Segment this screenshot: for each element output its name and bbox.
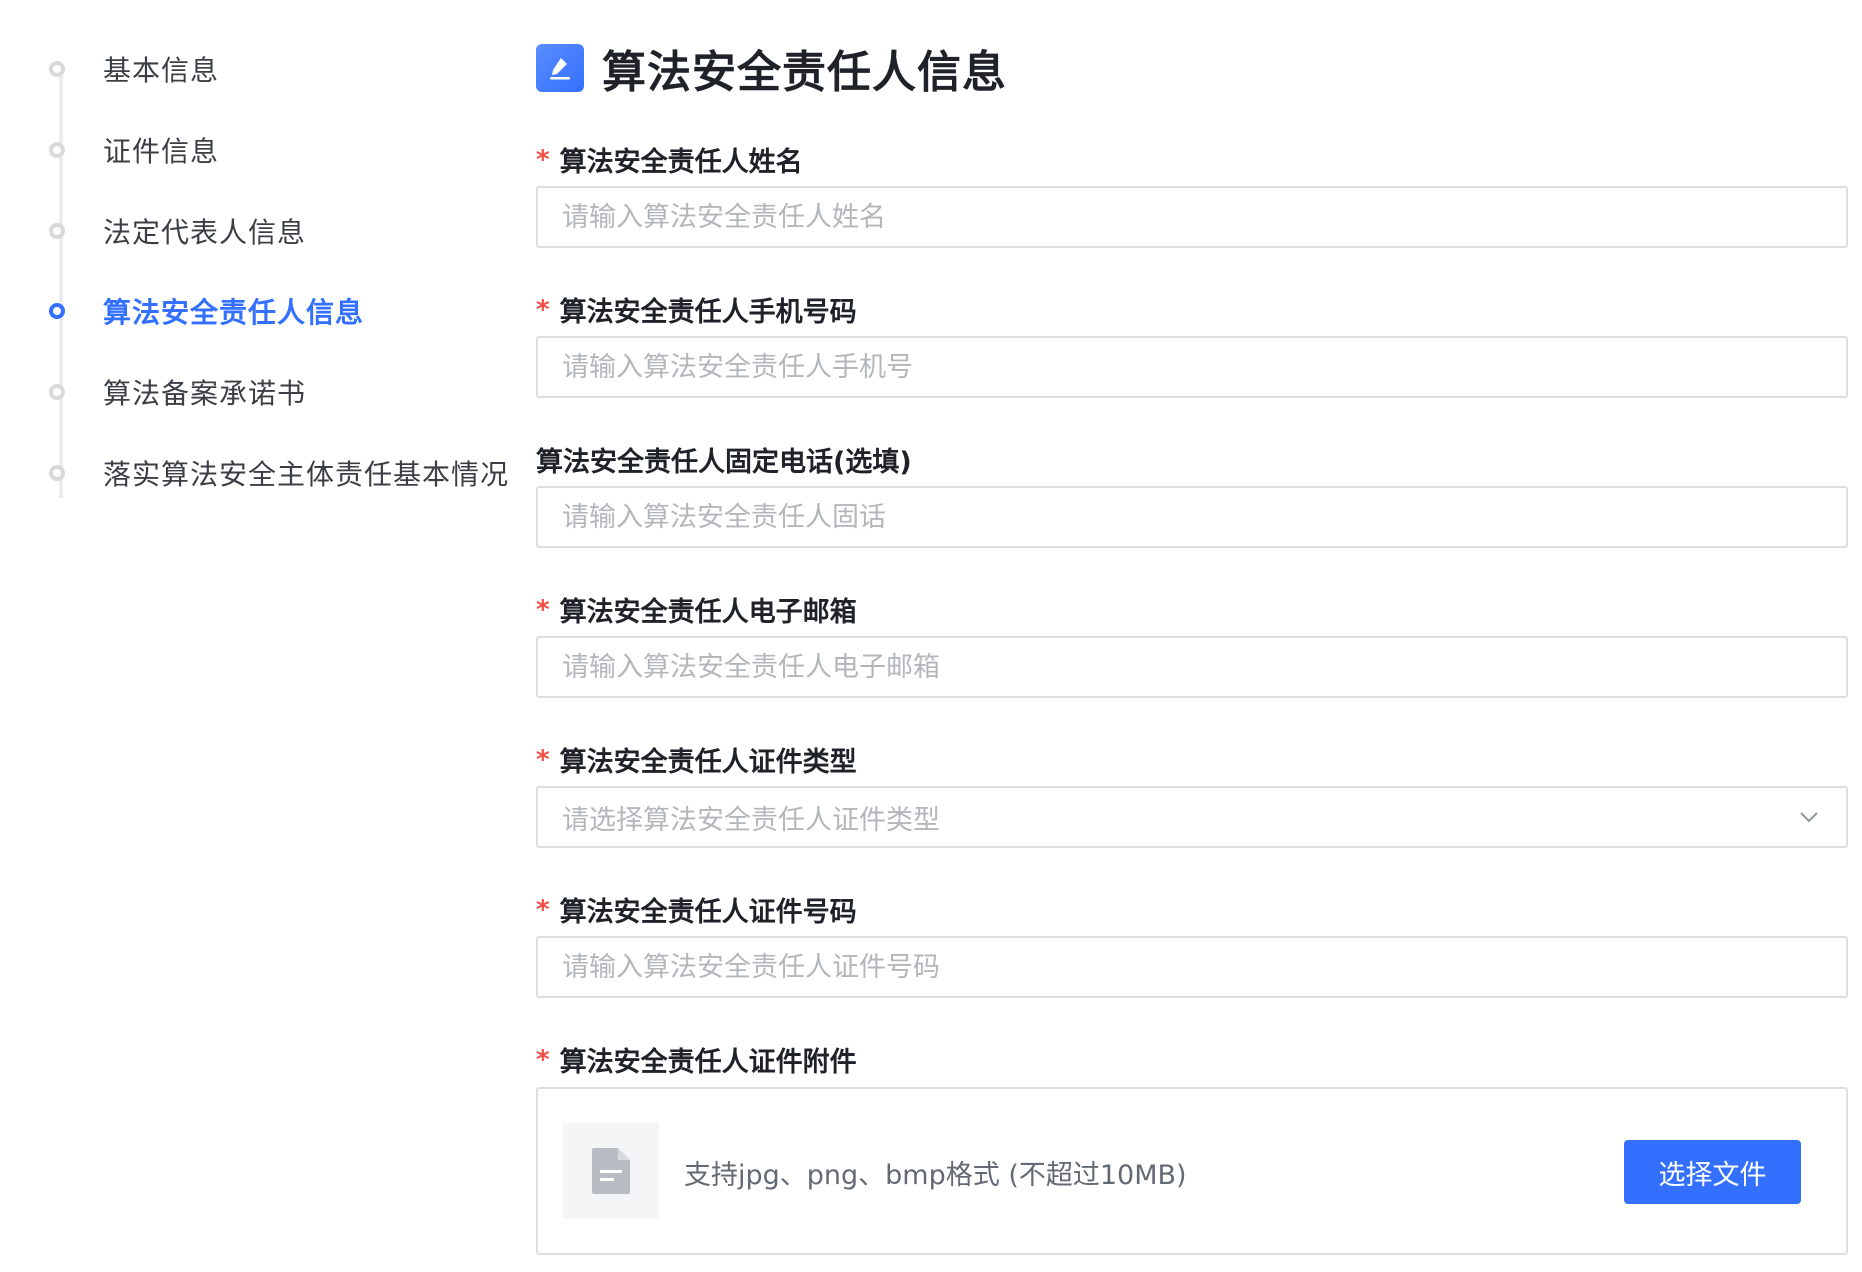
- step-label: 证件信息: [103, 135, 220, 168]
- step-label: 算法安全责任人信息: [103, 296, 365, 329]
- choose-file-button[interactable]: 选择文件: [1624, 1140, 1801, 1204]
- chevron-down-icon: [1800, 812, 1818, 823]
- name-label-text: 算法安全责任人姓名: [559, 147, 803, 178]
- step-dot: [49, 223, 65, 239]
- id-type-placeholder: 请选择算法安全责任人证件类型: [562, 804, 940, 836]
- landline-label-text: 算法安全责任人固定电话(选填): [536, 447, 912, 478]
- attachment-label: * 算法安全责任人证件附件: [536, 1040, 857, 1079]
- name-input[interactable]: [536, 186, 1848, 248]
- step-dot: [49, 465, 65, 481]
- required-mark: *: [536, 594, 550, 625]
- name-label: * 算法安全责任人姓名: [536, 140, 803, 179]
- step-navigation: 基本信息 证件信息 法定代表人信息 算法安全责任人信息 算法备案承诺书 落实算法…: [0, 0, 520, 600]
- step-label: 基本信息: [103, 54, 220, 87]
- attachment-upload-area: 支持jpg、png、bmp格式 (不超过10MB) 选择文件: [536, 1087, 1848, 1255]
- upload-hint: 支持jpg、png、bmp格式 (不超过10MB): [684, 1160, 1187, 1191]
- step-label: 落实算法安全主体责任基本情况: [103, 458, 510, 491]
- document-icon: [592, 1148, 630, 1194]
- required-mark: *: [536, 894, 550, 925]
- mobile-label: * 算法安全责任人手机号码: [536, 290, 857, 329]
- edit-icon: [536, 44, 584, 92]
- mobile-input[interactable]: [536, 336, 1848, 398]
- required-mark: *: [536, 1044, 550, 1075]
- file-thumbnail: [563, 1123, 659, 1219]
- step-label: 法定代表人信息: [103, 216, 307, 249]
- required-mark: *: [536, 144, 550, 175]
- email-label-text: 算法安全责任人电子邮箱: [559, 597, 857, 628]
- section-header: 算法安全责任人信息: [536, 44, 1007, 98]
- id-type-label-text: 算法安全责任人证件类型: [559, 747, 857, 778]
- id-number-label-text: 算法安全责任人证件号码: [559, 897, 857, 928]
- landline-input[interactable]: [536, 486, 1848, 548]
- email-label: * 算法安全责任人电子邮箱: [536, 590, 857, 629]
- landline-label: 算法安全责任人固定电话(选填): [536, 440, 912, 479]
- email-input[interactable]: [536, 636, 1848, 698]
- step-dot-active: [49, 303, 65, 319]
- id-number-label: * 算法安全责任人证件号码: [536, 890, 857, 929]
- id-number-input[interactable]: [536, 936, 1848, 998]
- step-label: 算法备案承诺书: [103, 377, 307, 410]
- id-type-label: * 算法安全责任人证件类型: [536, 740, 857, 779]
- section-title: 算法安全责任人信息: [602, 47, 1007, 98]
- step-dot: [49, 384, 65, 400]
- step-connector-line: [59, 72, 63, 498]
- attachment-label-text: 算法安全责任人证件附件: [559, 1047, 857, 1078]
- required-mark: *: [536, 294, 550, 325]
- required-mark: *: [536, 744, 550, 775]
- step-dot: [49, 61, 65, 77]
- mobile-label-text: 算法安全责任人手机号码: [559, 297, 857, 328]
- step-dot: [49, 142, 65, 158]
- id-type-select[interactable]: 请选择算法安全责任人证件类型: [536, 786, 1848, 848]
